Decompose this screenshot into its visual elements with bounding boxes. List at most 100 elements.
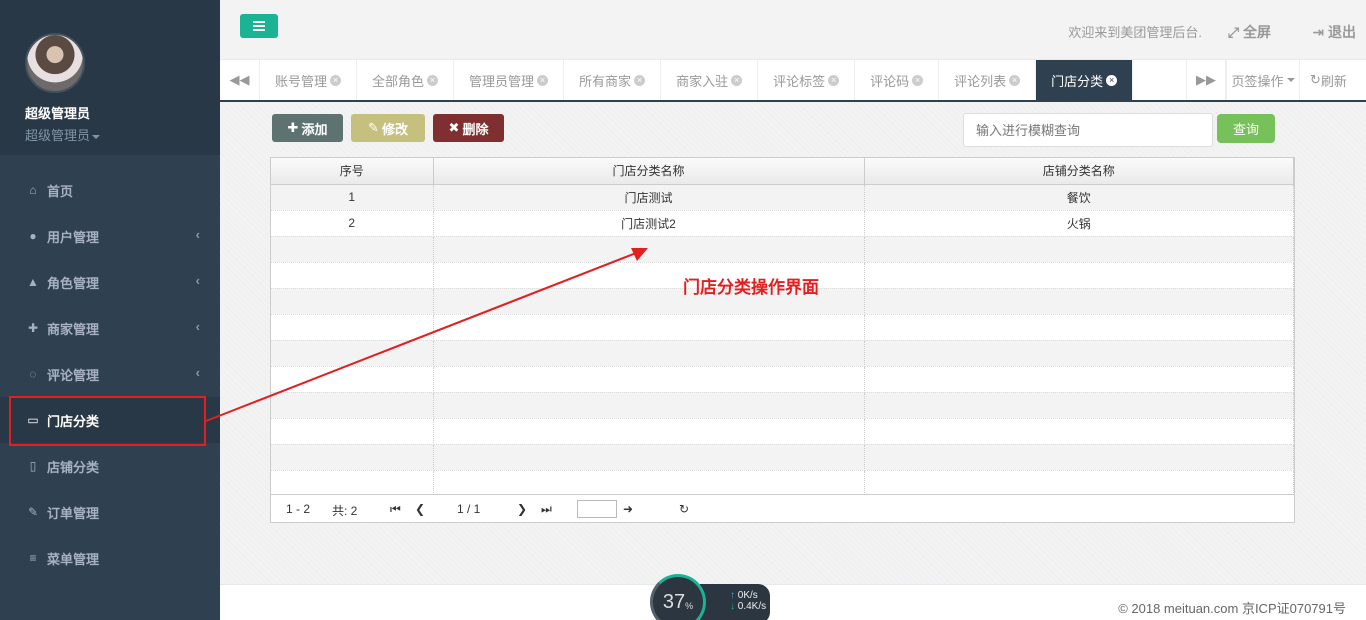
table-cell: 门店测试: [433, 184, 865, 211]
next-page-icon[interactable]: ❯: [517, 502, 527, 516]
first-page-icon[interactable]: ⏮: [390, 502, 401, 517]
empty-row: [271, 444, 1294, 471]
close-icon[interactable]: ×: [427, 74, 439, 86]
avatar[interactable]: [25, 33, 85, 93]
search-input[interactable]: [963, 113, 1213, 147]
tab-account-management[interactable]: 账号管理 ×: [260, 60, 358, 100]
prev-page-icon[interactable]: ❮: [415, 502, 425, 516]
tab-label: 评论标签: [773, 73, 826, 89]
empty-row: [271, 340, 1294, 367]
remove-icon: ✖: [448, 120, 460, 135]
welcome-text: 欢迎来到美团管理后台.: [1068, 25, 1202, 40]
refresh-button[interactable]: ↻ 刷新: [1310, 60, 1347, 100]
table-row[interactable]: 2 门店测试2 火锅: [271, 210, 1294, 237]
table-cell: 门店测试2: [433, 210, 865, 237]
close-icon[interactable]: ×: [828, 74, 840, 86]
chevron-left-icon: ‹: [195, 227, 200, 242]
chevron-left-icon: ‹: [195, 319, 200, 334]
logout-button[interactable]: ⇥ 退出: [1312, 22, 1356, 42]
tab-label: 管理员管理: [469, 73, 535, 89]
sidebar-item-shop-category[interactable]: ▯ 店铺分类: [0, 443, 220, 489]
home-icon: ⌂: [29, 183, 37, 197]
tab-comment-tags[interactable]: 评论标签 ×: [758, 60, 856, 100]
expand-icon: ⤢: [1227, 24, 1240, 40]
download-speed: 0.4K/s: [737, 601, 767, 612]
tab-all-merchants[interactable]: 所有商家 ×: [564, 60, 662, 100]
logout-label: 退出: [1328, 24, 1356, 40]
go-arrow-icon[interactable]: ➜: [623, 502, 633, 516]
edit-icon: ✎: [27, 505, 39, 519]
empty-row: [271, 366, 1294, 393]
pager-total: 共: 2: [332, 504, 358, 518]
sidebar-item-label: 商家管理: [47, 321, 100, 337]
reload-icon[interactable]: ↻: [679, 502, 689, 516]
search-button[interactable]: 查询: [1217, 114, 1275, 143]
pager-range: 1 - 2: [286, 502, 311, 516]
tab-operations-label: 页签操作: [1231, 73, 1284, 89]
edit-icon: ✎: [368, 120, 379, 135]
tab-all-roles[interactable]: 全部角色 ×: [357, 60, 455, 100]
close-icon[interactable]: ×: [537, 74, 549, 86]
data-grid: 序号 门店分类名称 店铺分类名称 1 门店测试 餐饮 2 门店测试2 火锅 1 …: [270, 157, 1295, 523]
table-row[interactable]: 1 门店测试 餐饮: [271, 184, 1294, 211]
refresh-label: 刷新: [1320, 73, 1347, 89]
profile-name: 超级管理员: [25, 106, 91, 121]
profile-role-dropdown[interactable]: 超级管理员: [25, 125, 220, 144]
sidebar-item-merchant-management[interactable]: ✚ 商家管理 ‹: [0, 305, 220, 351]
close-icon[interactable]: ×: [330, 74, 342, 86]
delete-button[interactable]: ✖ 删除: [433, 114, 504, 142]
profile-role-label: 超级管理员: [25, 128, 91, 143]
sidebar-item-label: 角色管理: [47, 275, 100, 291]
close-icon[interactable]: ×: [1106, 74, 1118, 86]
add-label: 添加: [301, 121, 328, 137]
sidebar-item-user-management[interactable]: ● 用户管理 ‹: [0, 213, 220, 259]
plus-icon: ✚: [287, 120, 299, 135]
page-number-input[interactable]: [577, 500, 617, 518]
column-header-index[interactable]: 序号: [271, 158, 434, 185]
sidebar-item-menu-management[interactable]: ≡ 菜单管理: [0, 535, 220, 581]
sidebar-item-comment-management[interactable]: ◌ 评论管理 ‹: [0, 351, 220, 397]
download-arrow-icon: ↓: [730, 601, 735, 612]
tab-store-category[interactable]: 门店分类 ×: [1036, 60, 1134, 100]
column-header-shop-category[interactable]: 店铺分类名称: [864, 158, 1294, 185]
tab-label: 账号管理: [275, 73, 328, 89]
chevron-left-icon: ‹: [195, 365, 200, 380]
tab-comment-codes[interactable]: 评论码 ×: [855, 60, 940, 100]
backward-icon: ◀◀: [229, 72, 250, 87]
close-icon[interactable]: ×: [1009, 74, 1021, 86]
close-icon[interactable]: ×: [731, 74, 743, 86]
table-cell: 餐饮: [864, 184, 1294, 211]
main-content: ✚添加 ✎修改 ✖删除 查询 序号 门店分类名称 店铺分类名称 1 门店测试 餐…: [220, 102, 1366, 584]
comment-icon: ◌: [29, 367, 37, 381]
table-cell: 1: [271, 184, 434, 211]
sign-out-icon: ⇥: [1312, 24, 1325, 40]
pager: 1 - 2 共: 2 ⏮ ❮ 1 / 1 ❯ ⏭ ➜ ↻: [271, 494, 1294, 522]
close-icon[interactable]: ×: [634, 74, 646, 86]
profile-panel: 超级管理员 超级管理员: [0, 0, 220, 155]
refresh-icon: ↻: [1310, 72, 1321, 87]
tabs-scroll-left-button[interactable]: ◀◀: [220, 60, 260, 100]
chevron-left-icon: ‹: [195, 273, 200, 288]
last-page-icon[interactable]: ⏭: [541, 502, 552, 517]
menu-toggle-button[interactable]: [240, 14, 278, 38]
tab-admin-management[interactable]: 管理员管理 ×: [454, 60, 565, 100]
users-icon: ✚: [27, 321, 39, 335]
close-icon[interactable]: ×: [912, 74, 924, 86]
sidebar-item-order-management[interactable]: ✎ 订单管理: [0, 489, 220, 535]
tab-operations-dropdown[interactable]: 页签操作: [1226, 60, 1300, 100]
tab-merchant-onboarding[interactable]: 商家入驻 ×: [661, 60, 759, 100]
tab-comment-list[interactable]: 评论列表 ×: [939, 60, 1037, 100]
tabs-scroll-right-button[interactable]: ▶▶: [1186, 60, 1226, 100]
tab-label: 全部角色: [372, 73, 425, 89]
add-button[interactable]: ✚ 添加: [272, 114, 343, 142]
sidebar-item-role-management[interactable]: ▲ 角色管理 ‹: [0, 259, 220, 305]
table-cell: 火锅: [864, 210, 1294, 237]
sidebar-item-home[interactable]: ⌂ 首页: [0, 167, 220, 213]
empty-row: [271, 392, 1294, 419]
column-header-store-category[interactable]: 门店分类名称: [433, 158, 865, 185]
list-icon: ≡: [29, 551, 37, 565]
fullscreen-button[interactable]: ⤢ 全屏: [1228, 22, 1271, 42]
sidebar-item-label: 店铺分类: [47, 459, 100, 475]
edit-button[interactable]: ✎ 修改: [351, 114, 425, 142]
speed-panel: ↑ 0K/s ↓ 0.4K/s: [700, 584, 770, 620]
